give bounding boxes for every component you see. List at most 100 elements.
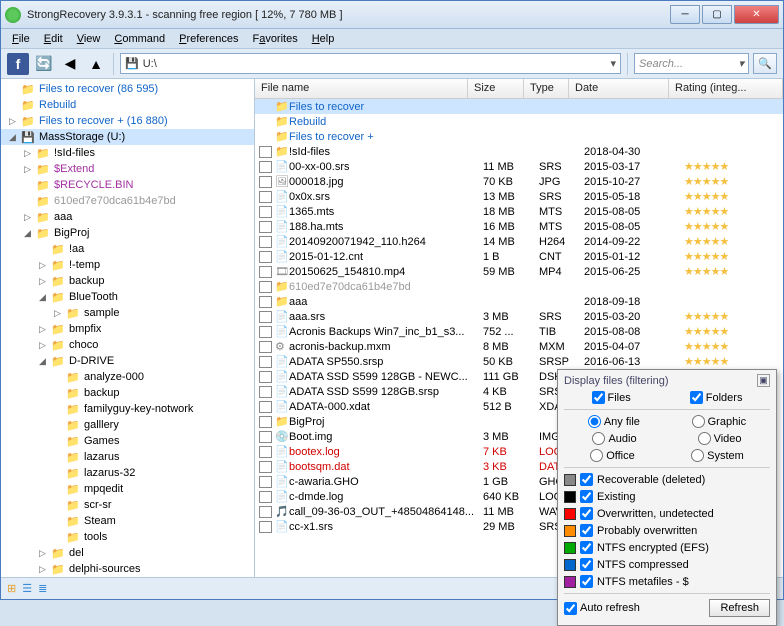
tree-item[interactable]: ▷📁bmpfix — [1, 321, 254, 337]
tree-item[interactable]: ▷📁delphi-sources — [1, 561, 254, 577]
minimize-button[interactable]: ─ — [670, 5, 700, 24]
nav-up-icon[interactable]: ▲ — [85, 53, 107, 75]
filter-recoverable[interactable]: Recoverable (deleted) — [564, 471, 770, 488]
tree-item[interactable]: ▷📁backup — [1, 273, 254, 289]
tree-item[interactable]: ▷📁del — [1, 545, 254, 561]
maximize-button[interactable]: ▢ — [702, 5, 732, 24]
menu-preferences[interactable]: Preferences — [172, 31, 245, 47]
search-input[interactable]: Search... ▾ — [634, 53, 749, 74]
menu-help[interactable]: Help — [305, 31, 342, 47]
search-button[interactable]: 🔍 — [753, 53, 777, 74]
list-item[interactable]: 📄0x0x.srs13 MBSRS2015-05-18★★★★★ — [255, 189, 783, 204]
filter-graphic[interactable]: Graphic — [692, 415, 747, 428]
row-checkbox[interactable] — [259, 356, 272, 368]
tree-item[interactable]: 📁mpqedit — [1, 481, 254, 497]
tree-item[interactable]: ▷📁aaa — [1, 209, 254, 225]
list-item[interactable]: 📁!sId-files2018-04-30 — [255, 144, 783, 159]
row-checkbox[interactable] — [259, 431, 272, 443]
list-item[interactable]: ⚙acronis-backup.mxm8 MBMXM2015-04-07★★★★… — [255, 339, 783, 354]
tree-item[interactable]: ◢📁BigProj — [1, 225, 254, 241]
menu-view[interactable]: View — [70, 31, 108, 47]
filter-encrypted[interactable]: NTFS encrypted (EFS) — [564, 539, 770, 556]
list-header[interactable]: File name Size Type Date Rating (integ..… — [255, 79, 783, 99]
tree-item[interactable]: ▷📁Files to recover + (16 880) — [1, 113, 254, 129]
tree-item[interactable]: ▷📁!-temp — [1, 257, 254, 273]
list-item[interactable]: 📁610ed7e70dca61b4e7bd — [255, 279, 783, 294]
tree-item[interactable]: 📁tools — [1, 529, 254, 545]
filter-panel[interactable]: Display files (filtering) ▣ Files Folder… — [557, 369, 777, 626]
tree-item[interactable]: 📁$RECYCLE.BIN — [1, 177, 254, 193]
row-checkbox[interactable] — [259, 326, 272, 338]
filter-system[interactable]: System — [691, 449, 744, 462]
list-item[interactable]: 🎞20150625_154810.mp459 MBMP42015-06-25★★… — [255, 264, 783, 279]
row-checkbox[interactable] — [259, 506, 272, 518]
folder-tree[interactable]: 📁Files to recover (86 595)📁Rebuild▷📁File… — [1, 79, 254, 577]
row-checkbox[interactable] — [259, 281, 272, 293]
row-checkbox[interactable] — [259, 206, 272, 218]
tree-item[interactable]: ▷📁choco — [1, 337, 254, 353]
filter-files[interactable]: Files — [592, 391, 631, 404]
tree-item[interactable]: 📁610ed7e70dca61b4e7bd — [1, 193, 254, 209]
tree-item[interactable]: 📁scr-sr — [1, 497, 254, 513]
tree-item[interactable]: 📁familyguy-key-notwork — [1, 401, 254, 417]
filter-metafiles[interactable]: NTFS metafiles - $ — [564, 573, 770, 590]
col-filename[interactable]: File name — [255, 79, 468, 98]
row-checkbox[interactable] — [259, 371, 272, 383]
filter-compressed[interactable]: NTFS compressed — [564, 556, 770, 573]
tree-item[interactable]: ◢📁BlueTooth — [1, 289, 254, 305]
refresh-icon[interactable]: 🔄 — [33, 53, 55, 75]
filter-any[interactable]: Any file — [588, 415, 640, 428]
list-item[interactable]: 📁Files to recover — [255, 99, 783, 114]
list-item[interactable]: 📄2015-01-12.cnt1 BCNT2015-01-12★★★★★ — [255, 249, 783, 264]
row-checkbox[interactable] — [259, 221, 272, 233]
row-checkbox[interactable] — [259, 491, 272, 503]
row-checkbox[interactable] — [259, 266, 272, 278]
tree-item[interactable]: ▷📁!sId-files — [1, 145, 254, 161]
list-item[interactable]: 🖼000018.jpg70 KBJPG2015-10-27★★★★★ — [255, 174, 783, 189]
list-item[interactable]: 📄20140920071942_110.h26414 MBH2642014-09… — [255, 234, 783, 249]
col-rating[interactable]: Rating (integ... — [669, 79, 783, 98]
tree-item[interactable]: 📁!aa — [1, 241, 254, 257]
view-details-icon[interactable]: ≣ — [38, 582, 47, 595]
list-item[interactable]: 📁Rebuild — [255, 114, 783, 129]
menu-favorites[interactable]: Favorites — [245, 31, 304, 47]
close-button[interactable]: ✕ — [734, 5, 779, 24]
row-checkbox[interactable] — [259, 251, 272, 263]
facebook-icon[interactable]: f — [7, 53, 29, 75]
list-item[interactable]: 📄00-xx-00.srs11 MBSRS2015-03-17★★★★★ — [255, 159, 783, 174]
menu-edit[interactable]: Edit — [37, 31, 70, 47]
tree-item[interactable]: 📁Games — [1, 433, 254, 449]
row-checkbox[interactable] — [259, 296, 272, 308]
list-item[interactable]: 📁Files to recover + — [255, 129, 783, 144]
list-item[interactable]: 📄aaa.srs3 MBSRS2015-03-20★★★★★ — [255, 309, 783, 324]
filter-office[interactable]: Office — [590, 449, 635, 462]
row-checkbox[interactable] — [259, 176, 272, 188]
filter-folders[interactable]: Folders — [690, 391, 743, 404]
row-checkbox[interactable] — [259, 476, 272, 488]
list-item[interactable]: 📄188.ha.mts16 MBMTS2015-08-05★★★★★ — [255, 219, 783, 234]
filter-probably[interactable]: Probably overwritten — [564, 522, 770, 539]
tree-item[interactable]: ◢💾MassStorage (U:) — [1, 129, 254, 145]
tree-item[interactable]: ▷📁sample — [1, 305, 254, 321]
row-checkbox[interactable] — [259, 416, 272, 428]
col-type[interactable]: Type — [524, 79, 569, 98]
tree-item[interactable]: 📁Files to recover (86 595) — [1, 81, 254, 97]
path-input[interactable]: 💾 U:\ ▾ — [120, 53, 621, 74]
row-checkbox[interactable] — [259, 446, 272, 458]
col-date[interactable]: Date — [569, 79, 669, 98]
row-checkbox[interactable] — [259, 386, 272, 398]
tree-item[interactable]: 📁Rebuild — [1, 97, 254, 113]
row-checkbox[interactable] — [259, 461, 272, 473]
nav-back-icon[interactable]: ◀ — [59, 53, 81, 75]
tree-item[interactable]: 📁Steam — [1, 513, 254, 529]
row-checkbox[interactable] — [259, 341, 272, 353]
refresh-button[interactable]: Refresh — [709, 599, 770, 617]
tree-item[interactable]: ◢📁D-DRIVE — [1, 353, 254, 369]
tree-item[interactable]: 📁lazarus — [1, 449, 254, 465]
col-size[interactable]: Size — [468, 79, 524, 98]
view-list-icon[interactable]: ☰ — [22, 582, 32, 595]
row-checkbox[interactable] — [259, 401, 272, 413]
tree-item[interactable]: 📁lazarus-32 — [1, 465, 254, 481]
filter-video[interactable]: Video — [698, 432, 742, 445]
row-checkbox[interactable] — [259, 521, 272, 533]
